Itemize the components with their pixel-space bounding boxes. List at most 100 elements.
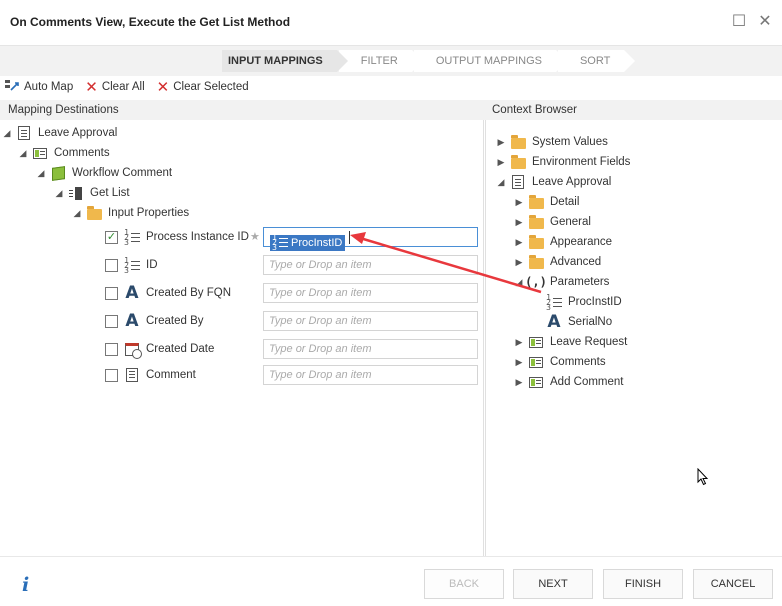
mapping-input-created-by[interactable]: Type or Drop an item xyxy=(263,311,478,331)
back-button[interactable]: BACK xyxy=(424,569,504,599)
auto-map-button[interactable]: Auto Map xyxy=(4,79,73,96)
expand-toggle-icon[interactable]: ▶ xyxy=(514,217,524,228)
view-icon xyxy=(528,334,544,350)
mapping-input-id[interactable]: Type or Drop an item xyxy=(263,255,478,275)
auto-map-label: Auto Map xyxy=(24,81,74,93)
field-checkbox[interactable]: ✓ xyxy=(105,230,118,244)
folder-icon xyxy=(528,254,544,270)
expand-toggle-icon[interactable]: ◢ xyxy=(36,168,46,179)
info-icon[interactable]: i xyxy=(22,574,29,596)
field-checkbox[interactable] xyxy=(105,368,118,382)
expand-toggle-icon[interactable]: ◢ xyxy=(72,208,82,219)
expand-toggle-icon[interactable]: ▶ xyxy=(514,357,524,368)
text-icon: A xyxy=(547,312,561,332)
tab-output-mappings[interactable]: OUTPUT MAPPINGS xyxy=(413,50,568,72)
context-node-parameters[interactable]: ◢ (,) Parameters xyxy=(514,273,610,291)
form-icon xyxy=(16,125,32,141)
context-node-general[interactable]: ▶ General xyxy=(514,213,591,231)
field-checkbox[interactable] xyxy=(105,286,118,300)
context-node-advanced[interactable]: ▶ Advanced xyxy=(514,253,601,271)
smartobject-icon xyxy=(50,165,66,181)
tree-node-input-properties[interactable]: ◢ Input Properties xyxy=(72,204,189,222)
tree-node-comments[interactable]: ◢ Comments xyxy=(18,144,110,162)
expand-toggle-icon[interactable]: ◢ xyxy=(514,277,524,288)
expand-toggle-icon[interactable]: ◢ xyxy=(2,128,12,139)
expand-toggle-icon[interactable]: ▶ xyxy=(514,237,524,248)
field-row-comment: Comment xyxy=(105,366,196,384)
context-node-environment-fields[interactable]: ▶ Environment Fields xyxy=(496,153,630,171)
mapping-toolbar: Auto Map ✕ Clear All ✕ Clear Selected xyxy=(0,76,782,98)
cancel-button[interactable]: CANCEL xyxy=(693,569,773,599)
field-checkbox[interactable] xyxy=(105,342,118,356)
context-node-label: Parameters xyxy=(550,276,610,288)
context-node-serialno[interactable]: A SerialNo xyxy=(546,313,612,331)
folder-icon xyxy=(510,154,526,170)
text-icon: A xyxy=(125,311,139,331)
tab-filter[interactable]: FILTER xyxy=(338,50,423,72)
clear-selected-button[interactable]: ✕ Clear Selected xyxy=(157,78,249,96)
context-node-label: ProcInstID xyxy=(568,296,622,308)
list-method-icon xyxy=(68,185,84,201)
field-row-process-instance-id: ✓ 123 Process Instance ID xyxy=(105,228,249,246)
folder-icon xyxy=(528,214,544,230)
context-node-label: Leave Approval xyxy=(532,176,612,188)
expand-toggle-icon[interactable]: ▶ xyxy=(514,377,524,388)
mapping-input-created-by-fqn[interactable]: Type or Drop an item xyxy=(263,283,478,303)
context-node-leave-approval[interactable]: ◢ Leave Approval xyxy=(496,173,611,191)
wizard-steps-bar: INPUT MAPPINGS FILTER OUTPUT MAPPINGS SO… xyxy=(0,46,782,76)
field-row-created-by-fqn: A Created By FQN xyxy=(105,284,231,302)
clear-all-label: Clear All xyxy=(101,81,145,93)
context-node-add-comment[interactable]: ▶ Add Comment xyxy=(514,373,624,391)
view-icon xyxy=(528,354,544,370)
close-icon[interactable]: ✕ xyxy=(757,14,773,30)
expand-toggle-icon[interactable]: ▶ xyxy=(514,337,524,348)
memo-icon xyxy=(124,367,140,383)
tree-node-get-list[interactable]: ◢ Get List xyxy=(54,184,130,202)
text-caret xyxy=(349,230,351,244)
mapping-input-comment[interactable]: Type or Drop an item xyxy=(263,365,478,385)
context-node-label: Environment Fields xyxy=(532,156,631,168)
expand-toggle-icon[interactable]: ▶ xyxy=(496,137,506,148)
context-node-label: Add Comment xyxy=(550,376,624,388)
parameters-icon: (,) xyxy=(525,275,547,289)
expand-toggle-icon[interactable]: ◢ xyxy=(18,148,28,159)
number-icon: 123 xyxy=(124,228,140,246)
context-node-procinstid[interactable]: 123 ProcInstID xyxy=(546,293,622,311)
maximize-icon[interactable]: ☐ xyxy=(731,14,747,30)
mapped-token-procinstid[interactable]: 123 ProcInstID xyxy=(270,234,346,252)
tree-node-workflow-comment[interactable]: ◢ Workflow Comment xyxy=(36,164,172,182)
mapping-destinations-header: Mapping Destinations xyxy=(0,100,484,120)
context-node-system-values[interactable]: ▶ System Values xyxy=(496,133,608,151)
context-node-label: SerialNo xyxy=(568,316,613,328)
expand-toggle-icon[interactable]: ◢ xyxy=(54,188,64,199)
next-button[interactable]: NEXT xyxy=(513,569,593,599)
tab-sort[interactable]: SORT xyxy=(557,50,636,72)
context-node-appearance[interactable]: ▶ Appearance xyxy=(514,233,612,251)
field-label: Comment xyxy=(146,369,196,381)
context-node-leave-request[interactable]: ▶ Leave Request xyxy=(514,333,628,351)
tab-input-mappings[interactable]: INPUT MAPPINGS xyxy=(222,50,348,72)
tree-node-leave-approval[interactable]: ◢ Leave Approval xyxy=(2,124,117,142)
context-node-comments[interactable]: ▶ Comments xyxy=(514,353,606,371)
context-node-detail[interactable]: ▶ Detail xyxy=(514,193,579,211)
clear-all-button[interactable]: ✕ Clear All xyxy=(85,78,144,96)
field-checkbox[interactable] xyxy=(105,258,118,272)
field-label: Created By xyxy=(146,315,204,327)
expand-toggle-icon[interactable]: ▶ xyxy=(514,197,524,208)
context-node-label: System Values xyxy=(532,136,608,148)
expand-toggle-icon[interactable]: ▶ xyxy=(514,257,524,268)
dialog-footer: i BACK NEXT FINISH CANCEL xyxy=(0,556,782,606)
mapping-input-process-instance-id[interactable]: 123 ProcInstID xyxy=(263,227,478,252)
context-node-label: Leave Request xyxy=(550,336,628,348)
tree-node-label: Comments xyxy=(54,147,110,159)
field-label: Created Date xyxy=(146,343,215,355)
field-checkbox[interactable] xyxy=(105,314,118,328)
folder-icon xyxy=(510,134,526,150)
expand-toggle-icon[interactable]: ▶ xyxy=(496,157,506,168)
expand-toggle-icon[interactable]: ◢ xyxy=(496,177,506,188)
field-label: Process Instance ID xyxy=(146,231,249,243)
context-node-label: Detail xyxy=(550,196,580,208)
mapping-input-created-date[interactable]: Type or Drop an item xyxy=(263,339,478,359)
tree-node-label: Get List xyxy=(90,187,130,199)
finish-button[interactable]: FINISH xyxy=(603,569,683,599)
